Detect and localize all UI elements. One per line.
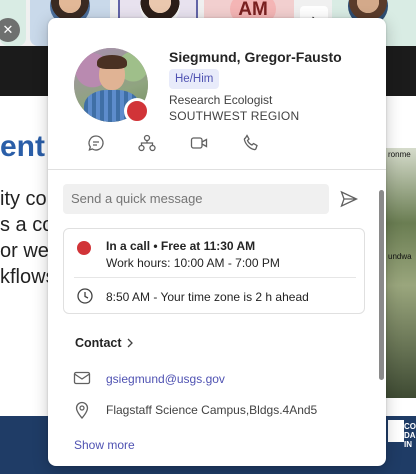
email-link[interactable]: gsiegmund@usgs.gov <box>106 372 225 386</box>
phone-icon <box>243 134 258 151</box>
presence-busy-indicator <box>124 98 150 124</box>
chat-icon <box>88 135 104 151</box>
job-title: Research Ecologist <box>169 93 273 107</box>
video-call-icon <box>190 137 208 149</box>
clock-icon <box>76 287 94 305</box>
chevron-right-icon[interactable] <box>124 336 136 350</box>
busy-status-icon <box>77 241 91 255</box>
contact-section-heading[interactable]: Contact <box>75 336 122 350</box>
slide-photo <box>384 148 416 398</box>
send-button[interactable] <box>338 188 360 210</box>
mail-icon <box>73 370 91 386</box>
send-icon <box>340 190 359 208</box>
slide-photo-caption: ronme <box>388 150 411 159</box>
slide-photo-caption: undwa <box>388 252 412 261</box>
work-hours-text: Work hours: 10:00 AM - 7:00 PM <box>106 256 280 270</box>
department: SOUTHWEST REGION <box>169 109 300 123</box>
scrollbar-thumb[interactable] <box>379 190 384 380</box>
participant-tile[interactable]: ✕ <box>0 0 26 46</box>
chat-button[interactable] <box>84 131 108 155</box>
slide-text-line: ity co <box>0 188 47 210</box>
location-text: Flagstaff Science Campus,Bldgs.4And5 <box>106 403 318 417</box>
local-time-text: 8:50 AM - Your time zone is 2 h ahead <box>106 290 309 304</box>
quick-message-input[interactable] <box>63 184 329 214</box>
card-scrollbar[interactable] <box>377 170 386 466</box>
availability-panel: In a call • Free at 11:30 AM Work hours:… <box>63 228 365 314</box>
video-call-button[interactable] <box>187 131 211 155</box>
org-chart-button[interactable] <box>135 131 159 155</box>
slide-footer-text: CO DA IN <box>404 422 416 449</box>
profile-card: Siegmund, Gregor-Fausto He/Him Research … <box>48 18 386 466</box>
profile-header: Siegmund, Gregor-Fausto He/Him Research … <box>48 18 386 170</box>
pronouns-badge: He/Him <box>169 69 220 89</box>
presence-status-text: In a call • Free at 11:30 AM <box>106 239 256 253</box>
slide-footer-logo <box>388 420 404 442</box>
slide-text-line: s a co <box>0 214 54 236</box>
location-pin-icon <box>75 401 89 419</box>
org-chart-icon <box>138 134 156 152</box>
audio-call-button[interactable] <box>239 131 263 155</box>
divider <box>74 277 356 278</box>
mic-off-icon: ✕ <box>0 18 20 42</box>
show-more-link[interactable]: Show more <box>74 438 135 452</box>
profile-name: Siegmund, Gregor-Fausto <box>169 49 342 65</box>
divider <box>48 169 386 170</box>
